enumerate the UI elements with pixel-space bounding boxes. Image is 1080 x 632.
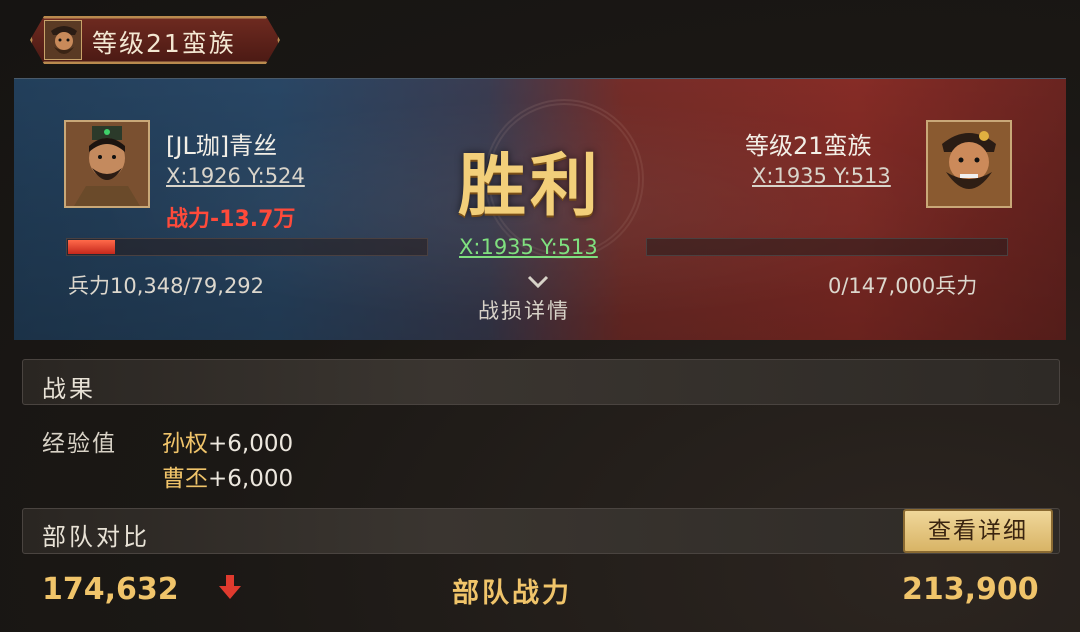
chevron-down-icon[interactable] <box>526 274 550 294</box>
attacker-portrait[interactable] <box>64 120 150 208</box>
attacker-power-change: 战力-13.7万 <box>166 207 296 232</box>
reward-row: 曹丕+6,000 <box>162 459 293 493</box>
defender-portrait[interactable] <box>926 120 1012 208</box>
reward-hero: 曹丕 <box>162 466 208 492</box>
reward-amount: +6,000 <box>208 466 294 492</box>
right-troop-power: 213,900 <box>902 572 1039 607</box>
defender-name: 等级21蛮族 <box>745 132 872 160</box>
defender-troop-bar <box>646 238 1008 256</box>
exp-label: 经验值 <box>42 431 117 457</box>
results-header <box>22 359 1060 405</box>
defender-troops: 0/147,000兵力 <box>828 274 978 298</box>
battle-report-screen: 等级21蛮族 [JL珈]青丝 X:1926 Y:524 战力-13.7万 兵力1… <box>0 0 1080 632</box>
attacker-troop-bar <box>66 238 428 256</box>
attacker-troops: 兵力10,348/79,292 <box>68 274 265 298</box>
view-details-button[interactable]: 查看详细 <box>903 509 1053 553</box>
troop-power-label: 部队战力 <box>452 578 572 609</box>
attacker-troop-bar-fill <box>68 240 115 254</box>
reward-hero: 孙权 <box>162 431 208 457</box>
attacker-coord-link[interactable]: X:1926 Y:524 <box>166 164 305 188</box>
defender-coord-link[interactable]: X:1935 Y:513 <box>752 164 891 188</box>
left-troop-power: 174,632 <box>42 572 179 607</box>
battle-result: 胜利 <box>458 146 603 226</box>
reward-amount: +6,000 <box>208 431 294 457</box>
loss-details-button[interactable]: 战损详情 <box>478 295 570 325</box>
page-title: 等级21蛮族 <box>92 29 236 58</box>
battle-coord-link[interactable]: X:1935 Y:513 <box>459 235 598 259</box>
barbarian-avatar-small <box>44 20 82 60</box>
attacker-name: [JL珈]青丝 <box>166 132 278 160</box>
comparison-title: 部队对比 <box>42 523 150 551</box>
results-title: 战果 <box>42 375 96 403</box>
arrow-down-icon <box>218 575 242 605</box>
reward-row: 孙权+6,000 <box>162 424 293 458</box>
